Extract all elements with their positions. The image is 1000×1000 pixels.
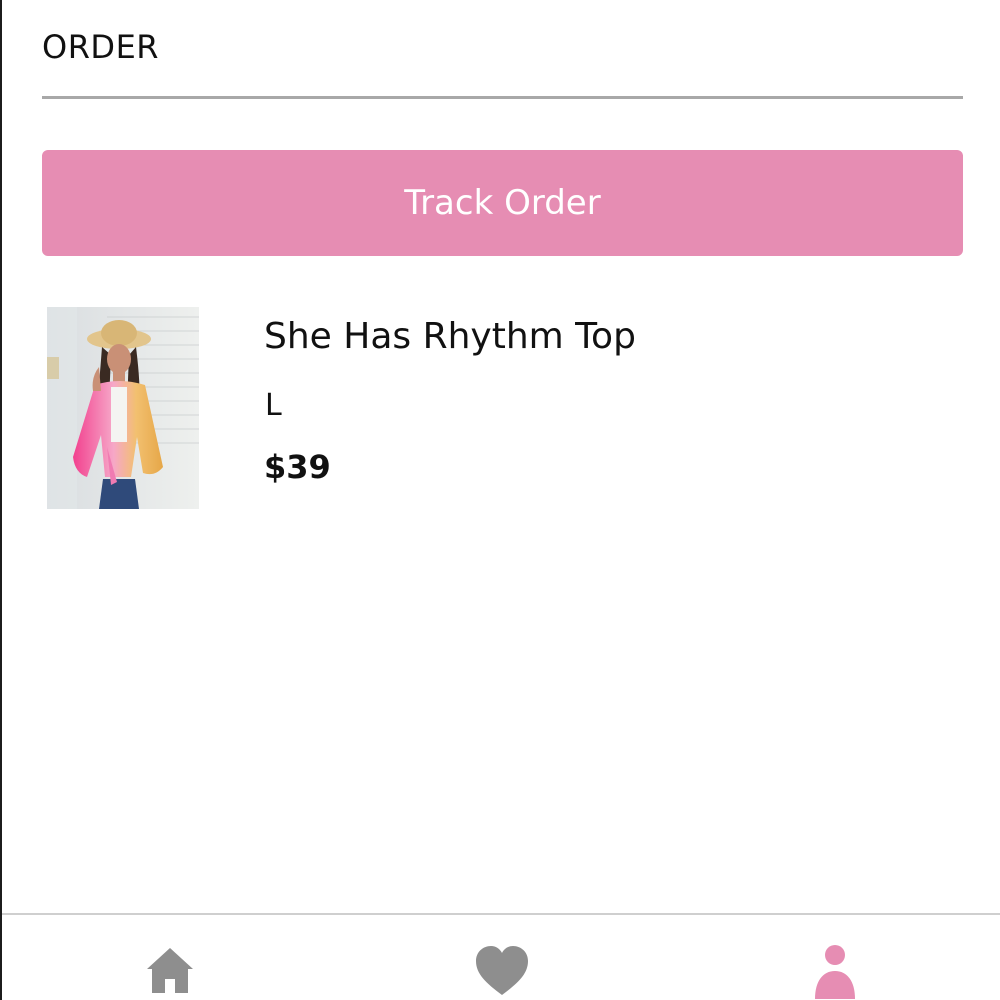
heart-icon bbox=[476, 946, 528, 995]
bottom-navigation bbox=[2, 913, 1000, 1000]
nav-account-button[interactable] bbox=[805, 943, 865, 1000]
nav-favorites-button[interactable] bbox=[472, 943, 532, 1000]
product-image[interactable] bbox=[47, 307, 199, 509]
product-price: $39 bbox=[264, 448, 331, 486]
order-screen: ORDER Track Order She Has Rhythm Top L $… bbox=[0, 0, 1000, 1000]
track-order-button[interactable]: Track Order bbox=[42, 150, 963, 256]
product-size: L bbox=[265, 388, 282, 423]
page-title: ORDER bbox=[42, 28, 160, 66]
title-divider bbox=[42, 96, 963, 99]
user-icon bbox=[815, 945, 855, 999]
nav-home-button[interactable] bbox=[140, 943, 200, 1000]
home-icon bbox=[147, 948, 193, 993]
product-name[interactable]: She Has Rhythm Top bbox=[264, 316, 636, 357]
